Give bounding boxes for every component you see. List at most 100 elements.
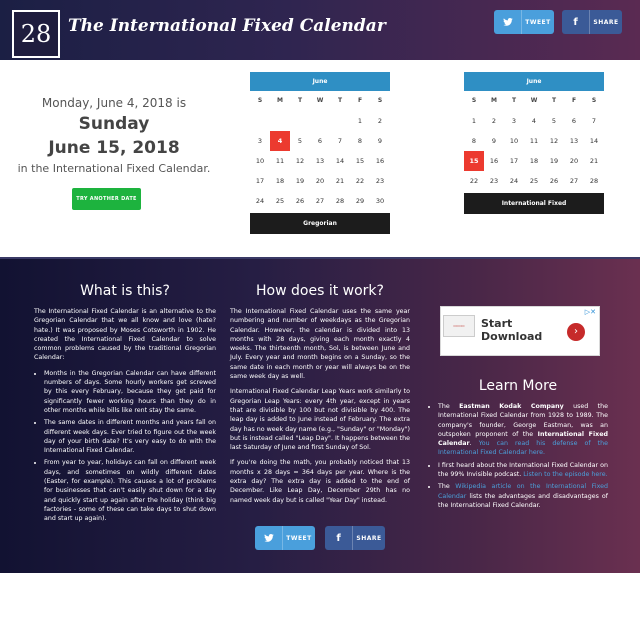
what-intro: The International Fixed Calendar is an a… [34,308,216,362]
twitter-bird-icon [255,526,283,550]
facebook-f-icon: f [562,10,590,34]
what-heading: What is this? [80,283,170,299]
day-cell: 9 [377,137,383,145]
day-cell: 10 [509,137,519,145]
day-cell: 27 [315,197,325,205]
day-cell: 20 [569,157,579,165]
day-cell: 29 [355,197,365,205]
day-cell: 4 [531,117,537,125]
chevron-right-icon[interactable]: › [567,323,585,341]
calendar-month-header: June [464,72,604,91]
day-cell: 7 [337,137,343,145]
weekday-header: S [377,97,383,104]
logo-day-number[interactable]: 28 [12,10,60,58]
how-heading: How does it work? [256,283,384,299]
list-item: The same dates in different months and y… [44,418,216,455]
day-cell: 6 [317,137,323,145]
list-item: From year to year, holidays can fall on … [44,458,216,523]
weekday-header: S [257,97,263,104]
day-cell: 12 [295,157,305,165]
weekday-header: M [491,97,497,104]
day-cell: 1 [471,117,477,125]
weekday-header: F [357,97,363,104]
list-item: Months in the Gregorian Calendar can hav… [44,369,216,415]
empty-day-cell [270,111,290,131]
day-cell: 16 [375,157,385,165]
weekday-header: T [337,97,343,104]
selected-day-cell: 4 [270,131,290,151]
day-cell: 25 [275,197,285,205]
day-cell: 27 [569,177,579,185]
day-cell: 7 [591,117,597,125]
tweet-label: TWEET [525,18,551,26]
weekday-header: T [511,97,517,104]
site-title[interactable]: The International Fixed Calendar [68,16,386,36]
weekday-header: S [471,97,477,104]
day-cell: 17 [509,157,519,165]
fixed-date: June 15, 2018 [48,138,180,158]
ad-text-line: Download [481,330,543,343]
day-cell: 24 [509,177,519,185]
weekday-header: W [316,97,324,104]
empty-day-cell [310,111,330,131]
calendar-footer-label: Gregorian [250,213,390,234]
day-cell: 28 [335,197,345,205]
adchoices-close-icon[interactable]: ▷✕ [585,308,596,316]
conversion-result: Monday, June 4, 2018 is Sunday June 15, … [14,96,214,175]
day-cell: 11 [275,157,285,165]
day-cell: 11 [529,137,539,145]
podcast-episode-link[interactable]: Listen to the episode here. [523,471,607,478]
day-cell: 26 [295,197,305,205]
day-cell: 30 [375,197,385,205]
day-cell: 9 [491,137,497,145]
learn-heading: Learn More [478,378,558,394]
facebook-f-icon: f [325,526,353,550]
weekday-header: T [551,97,557,104]
calendar-grid: S M T W T F S 1 2 3 4 5 6 7 8 9 10 11 12 13 14 15 16 17 18 19 20 21… [464,91,604,191]
day-cell: 21 [589,157,599,165]
facebook-share-button[interactable]: f SHARE [562,10,622,34]
how-does-it-work-column: How does it work? The International Fixe… [230,283,410,511]
day-cell: 20 [315,177,325,185]
empty-day-cell [290,111,310,131]
day-cell: 18 [275,177,285,185]
weekday-header: W [530,97,538,104]
empty-day-cell [330,111,350,131]
day-cell: 14 [589,137,599,145]
problems-list: Months in the Gregorian Calendar can hav… [34,369,216,524]
day-cell: 28 [589,177,599,185]
fixed-calendar: June S M T W T F S 1 2 3 4 5 6 7 8 9 10 11 12 13 14 15 16 17 18 1… [464,72,604,214]
day-cell: 18 [529,157,539,165]
advertisement[interactable]: ▭▭▭ Start Download › ▷✕ [440,306,600,356]
gregorian-calendar: June S M T W T F S 1 2 3 4 5 6 7 8 9 10 11 12 13 14 15 16 17 18 1… [250,72,390,234]
how-paragraph: International Fixed Calendar Leap Years … [230,388,410,452]
bottom-facebook-share-button[interactable]: f SHARE [325,526,385,550]
day-cell: 2 [377,117,383,125]
day-cell: 8 [471,137,477,145]
bottom-tweet-button[interactable]: TWEET [255,526,315,550]
day-cell: 26 [549,177,559,185]
day-cell: 25 [529,177,539,185]
day-cell: 13 [569,137,579,145]
day-cell: 21 [335,177,345,185]
weekday-header: S [591,97,597,104]
calendar-grid: S M T W T F S 1 2 3 4 5 6 7 8 9 10 11 12 13 14 15 16 17 18 19 20 21… [250,91,390,211]
ad-text-line: Start [481,317,513,330]
fixed-day-name: Sunday [78,114,150,134]
day-cell: 2 [491,117,497,125]
day-cell: 23 [489,177,499,185]
how-paragraph: The International Fixed Calendar uses th… [230,308,410,381]
calendar-month-header: June [250,72,390,91]
day-cell: 23 [375,177,385,185]
day-cell: 10 [255,157,265,165]
ad-text[interactable]: Start Download [481,317,542,343]
day-cell: 6 [571,117,577,125]
day-cell: 19 [549,157,559,165]
twitter-bird-icon [494,10,522,34]
tweet-button[interactable]: TWEET [494,10,554,34]
weekday-header: T [297,97,303,104]
day-cell: 12 [549,137,559,145]
weekday-header: F [571,97,577,104]
share-label: SHARE [356,534,382,542]
try-another-date-button[interactable]: TRY ANOTHER DATE [72,188,141,210]
